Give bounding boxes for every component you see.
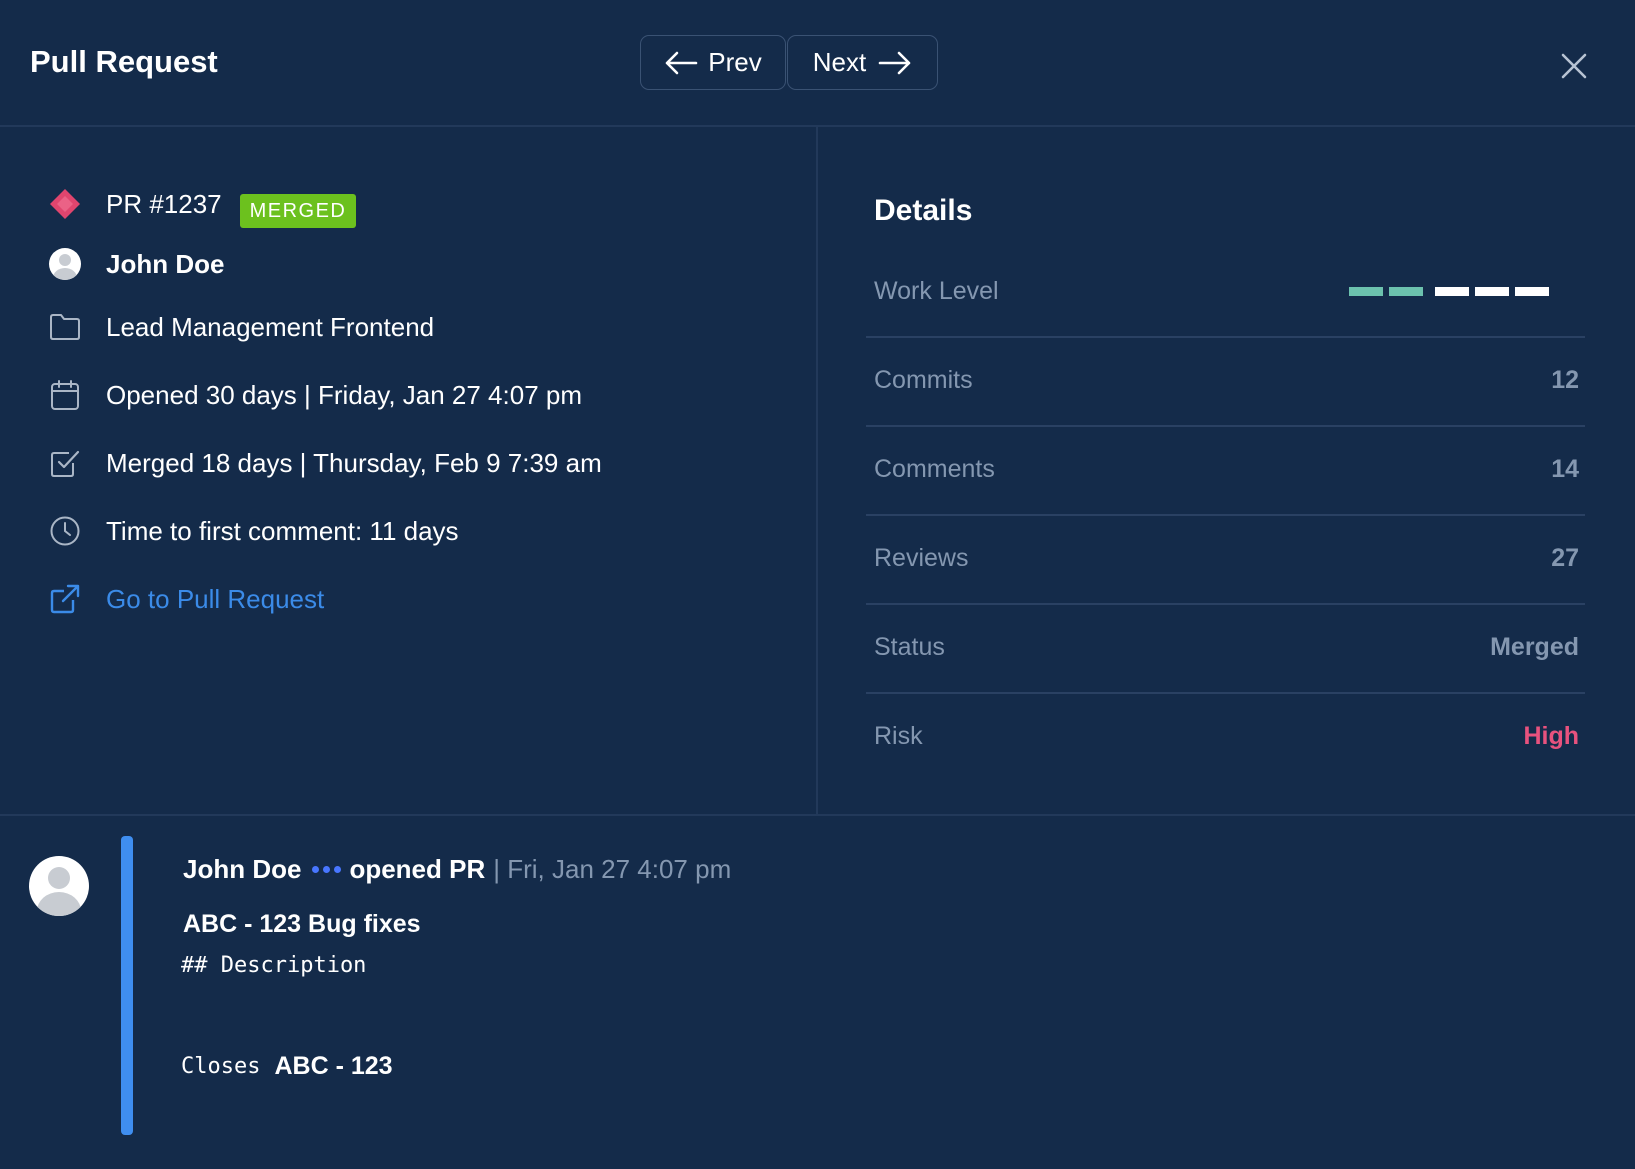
modal-title: Pull Request: [30, 44, 218, 79]
repo-row: Lead Management Frontend: [48, 310, 434, 344]
work-level-row: Work Level: [866, 249, 1585, 338]
work-level-segment: [1389, 287, 1423, 296]
comment-date: | Fri, Jan 27 4:07 pm: [493, 854, 732, 884]
reviews-value: 27: [1551, 544, 1579, 572]
status-label: Status: [874, 633, 945, 661]
more-dots-icon[interactable]: [312, 866, 342, 873]
modal-header: Pull Request Prev Next: [0, 0, 1635, 127]
commits-row: Commits 12: [866, 338, 1585, 427]
horizontal-divider: [0, 814, 1635, 816]
reviews-label: Reviews: [874, 544, 969, 572]
first-comment-time: Time to first comment: 11 days: [106, 515, 459, 546]
first-comment-row: Time to first comment: 11 days: [48, 514, 459, 548]
external-link-icon: [50, 584, 80, 614]
vertical-divider: [816, 127, 818, 815]
opened-row: Opened 30 days | Friday, Jan 27 4:07 pm: [48, 378, 582, 412]
pr-title: ABC - 123 Bug fixes: [183, 910, 421, 938]
comment-author: John Doe: [183, 854, 302, 884]
work-level-segment: [1349, 287, 1383, 296]
repo-name: Lead Management Frontend: [106, 311, 435, 342]
opened-date: Opened 30 days | Friday, Jan 27 4:07 pm: [106, 379, 582, 410]
check-square-icon: [51, 450, 80, 477]
next-button[interactable]: Next: [787, 35, 938, 90]
prev-button[interactable]: Prev: [640, 35, 786, 90]
merged-date: Merged 18 days | Thursday, Feb 9 7:39 am: [106, 447, 602, 478]
status-row: Status Merged: [866, 605, 1585, 694]
go-to-pr-label[interactable]: Go to Pull Request: [106, 584, 324, 615]
work-level-segment: [1475, 287, 1509, 296]
risk-row: Risk High: [866, 694, 1585, 783]
calendar-icon: [51, 380, 79, 410]
closes-ref: ABC - 123: [274, 1052, 393, 1080]
arrow-right-icon: [878, 51, 911, 74]
pr-diamond-icon: [50, 189, 80, 219]
comment-header: John Doe opened PR | Fri, Jan 27 4:07 pm: [183, 854, 731, 885]
reviews-row: Reviews 27: [866, 516, 1585, 605]
risk-label: Risk: [874, 722, 923, 750]
comments-value: 14: [1551, 455, 1579, 483]
status-value: Merged: [1490, 633, 1579, 661]
work-level-segment: [1515, 287, 1549, 296]
go-to-pr-link[interactable]: Go to Pull Request: [48, 582, 324, 616]
arrow-left-icon: [665, 51, 698, 74]
closes-prefix: Closes: [181, 1054, 261, 1079]
merged-row: Merged 18 days | Thursday, Feb 9 7:39 am: [48, 446, 602, 480]
comments-label: Comments: [874, 455, 995, 483]
next-label: Next: [812, 47, 867, 77]
status-badge: MERGED: [240, 194, 356, 228]
avatar: [49, 248, 81, 280]
pr-description-heading: ## Description: [181, 953, 367, 978]
work-level-label: Work Level: [874, 277, 999, 305]
details-title: Details: [874, 194, 973, 227]
author-name: John Doe: [106, 248, 225, 279]
commits-label: Commits: [874, 366, 973, 394]
risk-value: High: [1523, 722, 1579, 750]
commenter-avatar: [29, 856, 89, 916]
comments-row: Comments 14: [866, 427, 1585, 516]
work-level-bar: [1349, 287, 1555, 296]
author-row: John Doe: [48, 247, 224, 281]
closes-line: Closes ABC - 123: [181, 1052, 393, 1081]
close-icon[interactable]: [1558, 50, 1590, 82]
commits-value: 12: [1551, 366, 1579, 394]
pr-number-row: PR #1237: [48, 187, 222, 221]
pr-number: PR #1237: [106, 188, 222, 219]
comment-action: opened PR: [349, 854, 486, 884]
clock-icon: [50, 516, 80, 546]
comment-accent-bar: [121, 836, 133, 1135]
folder-icon: [50, 314, 80, 340]
work-level-segment: [1435, 287, 1469, 296]
prev-label: Prev: [708, 47, 762, 77]
